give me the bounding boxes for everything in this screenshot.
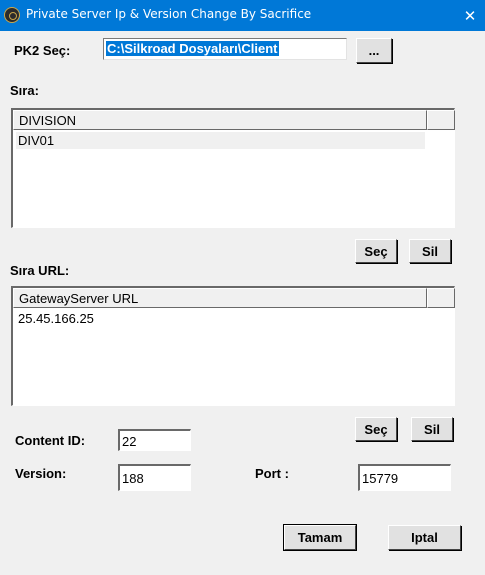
app-icon bbox=[4, 7, 20, 23]
gateway-select-button[interactable]: Seç bbox=[355, 417, 397, 441]
gateway-list[interactable]: GatewayServer URL 25.45.166.25 bbox=[11, 286, 455, 406]
pk2-label: PK2 Seç: bbox=[14, 43, 71, 58]
cancel-button[interactable]: Iptal bbox=[388, 525, 461, 550]
gateway-column-header[interactable]: GatewayServer URL bbox=[13, 288, 427, 308]
content-id-label: Content ID: bbox=[15, 433, 86, 448]
port-label: Port : bbox=[255, 466, 289, 481]
gateway-list-item[interactable]: 25.45.166.25 bbox=[16, 310, 425, 327]
pk2-path-field[interactable]: C:\Silkroad Dosyaları\Client bbox=[103, 38, 347, 60]
window-title: Private Server Ip & Version Change By Sa… bbox=[26, 7, 312, 21]
gateway-list-header: GatewayServer URL bbox=[13, 288, 455, 308]
division-list-item[interactable]: DIV01 bbox=[16, 132, 425, 149]
division-column-header[interactable]: DIVISION bbox=[13, 110, 427, 130]
gateway-section-label: Sıra URL: bbox=[10, 263, 70, 278]
ok-button[interactable]: Tamam bbox=[283, 524, 357, 551]
pk2-path-value: C:\Silkroad Dosyaları\Client bbox=[106, 41, 279, 56]
browse-button[interactable]: ... bbox=[356, 38, 392, 63]
division-list-header: DIVISION bbox=[13, 110, 455, 130]
division-select-button[interactable]: Seç bbox=[355, 239, 397, 263]
gateway-delete-button[interactable]: Sil bbox=[411, 417, 453, 441]
version-label: Version: bbox=[15, 466, 67, 481]
content-id-field[interactable]: 22 bbox=[118, 429, 191, 451]
close-icon[interactable]: ✕ bbox=[455, 0, 485, 31]
title-bar: Private Server Ip & Version Change By Sa… bbox=[0, 0, 485, 31]
division-section-label: Sıra: bbox=[10, 83, 39, 98]
division-column-filler bbox=[427, 110, 455, 130]
division-list[interactable]: DIVISION DIV01 bbox=[11, 108, 455, 228]
division-delete-button[interactable]: Sil bbox=[409, 239, 451, 263]
port-field[interactable]: 15779 bbox=[358, 464, 451, 491]
version-field[interactable]: 188 bbox=[118, 464, 191, 491]
gateway-column-filler bbox=[427, 288, 455, 308]
